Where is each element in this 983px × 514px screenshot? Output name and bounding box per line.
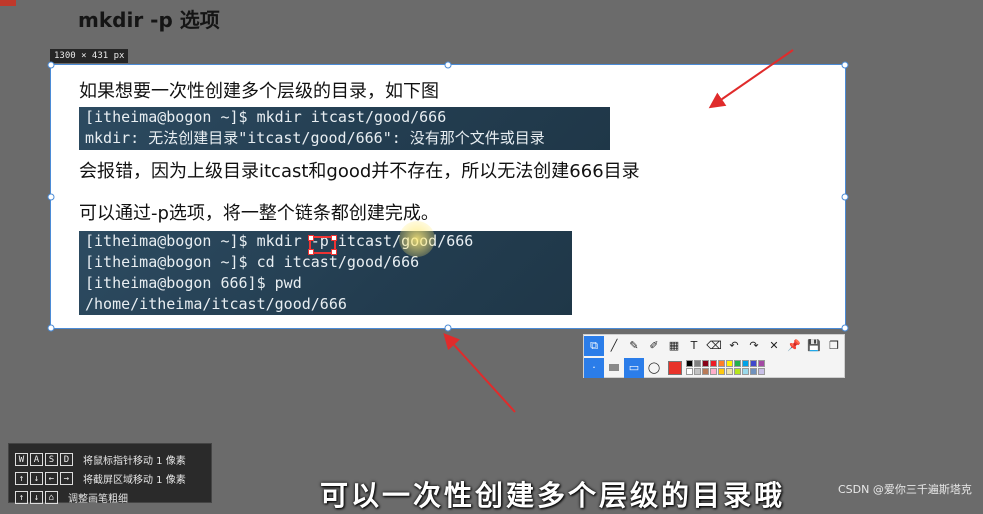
key-cap: ↑: [15, 472, 28, 485]
text-icon[interactable]: T: [684, 336, 704, 356]
ellipse-icon[interactable]: ◯: [644, 358, 664, 378]
toolbar-tools-row: ⧉ ╱ ✎ ✐ ▦ T ⌫ ↶ ↷ ✕ 📌 💾 ❐: [584, 335, 844, 356]
resize-handle-top[interactable]: [444, 61, 452, 69]
save-icon[interactable]: 💾: [804, 336, 824, 356]
resize-handle-bottom-right[interactable]: [841, 324, 849, 332]
palette-swatch[interactable]: [686, 368, 693, 375]
terminal-line: [itheima@bogon ~]$ mkdir itcast/good/666: [85, 108, 447, 126]
key-cap: S: [45, 453, 58, 466]
slide-line-2: 会报错，因为上级目录itcast和good并不存在，所以无法创建666目录: [79, 161, 640, 182]
resize-handle-top-right[interactable]: [841, 61, 849, 69]
palette-swatch[interactable]: [734, 360, 741, 367]
dot-icon[interactable]: ·: [584, 357, 604, 378]
hint-row: ↑ ↓ ← → 将截屏区域移动 1 像素: [15, 471, 186, 486]
key-cap: ↓: [30, 491, 43, 504]
mosaic-icon[interactable]: ▦: [664, 336, 684, 356]
palette-swatch[interactable]: [742, 360, 749, 367]
palette-swatch[interactable]: [750, 368, 757, 375]
current-color-swatch[interactable]: [668, 360, 682, 375]
hint-label: 将鼠标指针移动 1 像素: [83, 456, 186, 467]
pen-icon[interactable]: ✎: [624, 336, 644, 356]
terminal-line: [itheima@bogon 666]$ pwd: [85, 274, 302, 292]
line-icon[interactable]: ╱: [604, 336, 624, 356]
annotation-handle[interactable]: [308, 249, 314, 255]
terminal-line: /home/itheima/itcast/good/666: [85, 295, 347, 313]
palette-swatch[interactable]: [718, 368, 725, 375]
undo-icon[interactable]: ↶: [724, 336, 744, 356]
palette-swatch[interactable]: [726, 360, 733, 367]
redo-icon[interactable]: ↷: [744, 336, 764, 356]
screenshot-selection[interactable]: 如果想要一次性创建多个层级的目录，如下图 [itheima@bogon ~]$ …: [47, 61, 849, 332]
red-arrow-bottom: [443, 333, 516, 413]
page-title: mkdir -p 选项: [78, 8, 220, 32]
palette-swatch[interactable]: [758, 368, 765, 375]
annotation-rectangle[interactable]: [308, 235, 337, 255]
watermark: CSDN @爱你三千遍斯塔克: [838, 483, 972, 496]
palette-swatch[interactable]: [734, 368, 741, 375]
palette-swatch[interactable]: [718, 360, 725, 367]
terminal-line: [itheima@bogon ~]$ cd itcast/good/666: [85, 253, 420, 271]
eraser-icon[interactable]: ⌫: [704, 336, 724, 356]
cursor-highlight: [399, 221, 435, 257]
key-cap: →: [60, 472, 73, 485]
palette-swatch[interactable]: [702, 360, 709, 367]
terminal-line: mkdir: 无法创建目录"itcast/good/666": 没有那个文件或目…: [85, 129, 545, 147]
palette-swatch[interactable]: [726, 368, 733, 375]
key-cap: ←: [45, 472, 58, 485]
palette-swatch[interactable]: [694, 368, 701, 375]
rect-outline-icon[interactable]: ▭: [624, 357, 644, 378]
key-cap: ⌂: [45, 491, 58, 504]
key-cap: W: [15, 453, 28, 466]
fill-rect-icon[interactable]: [604, 358, 624, 378]
palette-swatch[interactable]: [702, 368, 709, 375]
terminal-block-1: [itheima@bogon ~]$ mkdir itcast/good/666…: [79, 107, 610, 150]
annotation-handle[interactable]: [308, 235, 314, 241]
hint-label: 调整画笔粗细: [68, 494, 128, 505]
resize-handle-bottom-left[interactable]: [47, 324, 55, 332]
palette-swatch[interactable]: [742, 368, 749, 375]
rect-select-icon[interactable]: ⧉: [584, 335, 604, 356]
palette-swatch[interactable]: [710, 368, 717, 375]
resize-handle-right[interactable]: [841, 193, 849, 200]
slide-line-3: 可以通过-p选项，将一整个链条都创建完成。: [79, 203, 439, 224]
resize-handle-bottom[interactable]: [444, 324, 452, 332]
palette-swatch[interactable]: [750, 360, 757, 367]
key-cap: ↑: [15, 491, 28, 504]
keyboard-hints-panel: W A S D 将鼠标指针移动 1 像素 ↑ ↓ ← → 将截屏区域移动 1 像素 ↑ ↓ ⌂ 调整画笔粗…: [8, 443, 212, 505]
selection-size-badge: 1300 × 431 px: [50, 49, 129, 63]
color-palette: [686, 360, 765, 375]
resize-handle-top-left[interactable]: [47, 61, 55, 69]
palette-swatch[interactable]: [758, 360, 765, 367]
close-icon[interactable]: ✕: [764, 336, 784, 356]
hint-row: ↑ ↓ ⌂ 调整画笔粗细: [15, 490, 128, 505]
video-subtitle: 可以一次性创建多个层级的目录哦: [320, 479, 786, 512]
palette-swatch[interactable]: [686, 360, 693, 367]
hint-row: W A S D 将鼠标指针移动 1 像素: [15, 452, 186, 467]
annotation-handle[interactable]: [331, 235, 337, 241]
key-cap: D: [60, 453, 73, 466]
copy-icon[interactable]: ❐: [824, 336, 844, 356]
capture-toolbar: ⧉ ╱ ✎ ✐ ▦ T ⌫ ↶ ↷ ✕ 📌 💾 ❐ · ▭ ◯: [583, 334, 845, 378]
palette-swatch[interactable]: [694, 360, 701, 367]
toolbar-options-row: · ▭ ◯: [584, 357, 765, 378]
corner-mark: [0, 0, 16, 6]
key-cap: ↓: [30, 472, 43, 485]
resize-handle-left[interactable]: [47, 193, 55, 200]
palette-swatch[interactable]: [710, 360, 717, 367]
slide-line-1: 如果想要一次性创建多个层级的目录，如下图: [79, 81, 439, 102]
key-cap: A: [30, 453, 43, 466]
marker-icon[interactable]: ✐: [644, 336, 664, 356]
annotation-handle[interactable]: [331, 249, 337, 255]
pin-icon[interactable]: 📌: [784, 336, 804, 356]
hint-label: 将截屏区域移动 1 像素: [83, 475, 186, 486]
